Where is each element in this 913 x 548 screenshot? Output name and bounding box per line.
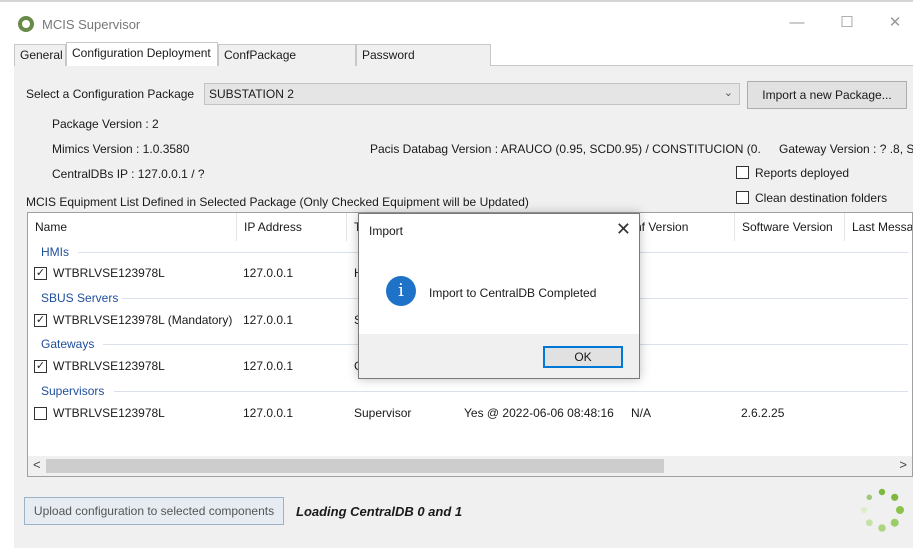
group-header-supervisors: Supervisors <box>41 384 105 398</box>
column-header-name[interactable]: Name <box>28 213 237 241</box>
row-conf-version: N/A <box>631 406 652 420</box>
upload-configuration-button[interactable]: Upload configuration to selected compone… <box>24 497 284 525</box>
scroll-left-icon[interactable]: < <box>33 457 41 472</box>
select-package-label: Select a Configuration Package <box>26 87 195 101</box>
column-header-conf-version[interactable]: nf Version <box>628 213 735 241</box>
column-header-software-version[interactable]: Software Version <box>735 213 845 241</box>
loading-status: Loading CentralDB 0 and 1 <box>296 504 463 519</box>
ok-button[interactable]: OK <box>543 346 623 368</box>
row-checkbox-sbus[interactable]: ✓ <box>34 314 47 327</box>
tab-password-management[interactable]: Password Management <box>356 44 491 82</box>
package-version: Package Version : 2 <box>52 117 159 131</box>
import-package-button[interactable]: Import a new Package... <box>747 81 907 109</box>
info-icon: i <box>386 276 416 306</box>
reports-deployed-label: Reports deployed <box>755 166 850 180</box>
import-dialog: Import ✕ i Import to CentralDB Completed… <box>358 213 640 379</box>
package-select[interactable]: SUBSTATION 2 ⌄ <box>204 83 740 105</box>
row-software-version: 2.6.2.25 <box>741 406 785 420</box>
maximize-icon[interactable]: ☐ <box>832 12 862 34</box>
mimics-version: Mimics Version : 1.0.3580 <box>52 142 190 156</box>
title-bar: MCIS Supervisor — ☐ ✕ <box>0 0 913 42</box>
row-type: Supervisor <box>354 406 412 420</box>
scroll-right-icon[interactable]: > <box>899 457 907 472</box>
row-ip: 127.0.0.1 <box>243 313 294 327</box>
dialog-body: i Import to CentralDB Completed <box>359 246 639 334</box>
row-ip: 127.0.0.1 <box>243 359 294 373</box>
group-divider <box>114 391 908 392</box>
loading-spinner-icon <box>861 488 904 532</box>
tab-general[interactable]: General <box>14 44 66 66</box>
tab-confpackage-generator[interactable]: ConfPackage Generator <box>218 44 356 82</box>
column-header-ip-address[interactable]: IP Address <box>237 213 347 241</box>
clean-destination-checkbox[interactable] <box>736 191 749 204</box>
centraldbs-ip: CentralDBs IP : 127.0.0.1 / ? <box>52 167 205 181</box>
scrollbar-thumb[interactable] <box>46 459 664 473</box>
close-icon[interactable]: ✕ <box>616 219 631 240</box>
group-header-hmis: HMIs <box>41 245 69 259</box>
row-checkbox-supervisor[interactable] <box>34 407 47 420</box>
row-name: WTBRLVSE123978L <box>53 406 165 420</box>
dialog-title: Import <box>369 224 404 238</box>
reports-deployed-checkbox[interactable] <box>736 166 749 179</box>
row-checkbox-hmi[interactable]: ✓ <box>34 267 47 280</box>
row-name: WTBRLVSE123978L <box>53 359 165 373</box>
gateway-version: Gateway Version : ? .8, S <box>779 142 913 156</box>
row-name: WTBRLVSE123978L (Mandatory) <box>53 313 233 327</box>
app-icon <box>18 16 34 32</box>
row-name: WTBRLVSE123978L <box>53 266 165 280</box>
row-checkbox-gateway[interactable]: ✓ <box>34 360 47 373</box>
dialog-title-bar: Import ✕ <box>359 214 639 246</box>
group-header-gateways: Gateways <box>41 337 95 351</box>
close-icon[interactable]: ✕ <box>880 12 910 34</box>
tab-configuration-deployment[interactable]: Configuration Deployment <box>66 42 218 67</box>
row-ip: 127.0.0.1 <box>243 266 294 280</box>
horizontal-scrollbar[interactable]: < > <box>28 456 912 476</box>
group-header-sbus-servers: SBUS Servers <box>41 291 119 305</box>
pacis-databag-version: Pacis Databag Version : ARAUCO (0.95, SC… <box>370 142 761 156</box>
column-header-last-message[interactable]: Last Messa <box>845 213 912 241</box>
clean-destination-label: Clean destination folders <box>755 191 888 205</box>
dialog-message: Import to CentralDB Completed <box>429 286 597 300</box>
minimize-icon[interactable]: — <box>782 12 812 34</box>
row-deployed: Yes @ 2022-06-06 08:48:16 <box>464 406 614 420</box>
equipment-list-caption: MCIS Equipment List Defined in Selected … <box>26 195 529 209</box>
chevron-down-icon: ⌄ <box>723 87 733 99</box>
tab-strip: General Configuration Deployment ConfPac… <box>14 42 913 82</box>
row-ip: 127.0.0.1 <box>243 406 294 420</box>
package-select-value: SUBSTATION 2 <box>209 87 294 101</box>
window-title: MCIS Supervisor <box>42 17 141 32</box>
